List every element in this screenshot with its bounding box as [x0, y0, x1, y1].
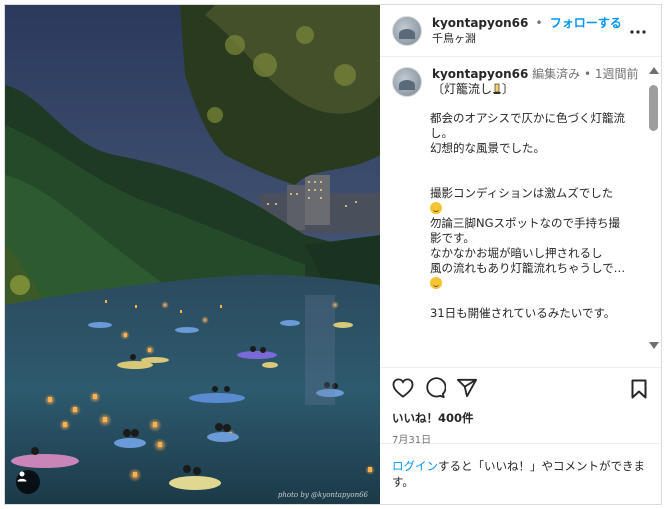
location-link[interactable]: 千鳥ヶ淵 — [432, 31, 622, 46]
caption-scrollbar[interactable] — [647, 61, 659, 361]
caption-text-part3: 31日も開催されているみたいです。 — [430, 306, 616, 320]
like-count[interactable]: いいね！400件 — [392, 410, 649, 426]
scrollbar-thumb[interactable] — [649, 85, 658, 131]
caption-text-part1: 都会のオアシスで仄かに色づく灯籠流し。 幻想的な風景でした。 撮影コンディション… — [430, 111, 626, 200]
sweat-smile-emoji-icon — [430, 202, 442, 214]
login-link[interactable]: ログイン — [392, 459, 438, 473]
caption-separator: • — [584, 67, 592, 81]
post-date[interactable]: 7月31日 — [392, 431, 649, 446]
header-separator: • — [535, 15, 543, 30]
photo-watermark: photo by @kyontapyon66 — [277, 491, 368, 499]
action-bar: いいね！400件 7月31日 — [380, 367, 661, 446]
caption-title: 〔灯籠流し — [432, 82, 493, 96]
post-photo[interactable]: photo by @kyontapyon66 — [5, 5, 380, 504]
follow-button[interactable]: フォローする — [550, 16, 622, 30]
caption-username[interactable]: kyontapyon66 — [432, 67, 528, 81]
caption-avatar[interactable] — [392, 67, 422, 97]
post-header: kyontapyon66 • フォローする 千鳥ヶ淵 — [380, 5, 661, 57]
header-username[interactable]: kyontapyon66 — [432, 16, 528, 30]
instagram-embed: photo by @kyontapyon66 kyontapyon66 • フォ… — [4, 4, 662, 505]
login-prompt: ログインすると「いいね！」やコメントができます。 — [380, 443, 661, 490]
post-sidebar: kyontapyon66 • フォローする 千鳥ヶ淵 kyontapyon66 … — [380, 5, 661, 504]
more-horizontal-icon[interactable] — [629, 23, 647, 37]
heart-icon[interactable] — [392, 378, 414, 402]
tagged-user-icon[interactable] — [16, 470, 40, 494]
edited-label: 編集済み — [532, 67, 581, 81]
lantern-emoji-icon — [493, 83, 502, 94]
caption-text-part2: 勿論三脚NGスポットなので手持ち撮影です。 なかなかお堀が暗いし押されるし 風の… — [430, 216, 626, 275]
lantern-river-photo — [5, 5, 380, 504]
comment-icon[interactable] — [424, 377, 447, 403]
caption-title-end: 〕 — [502, 82, 515, 96]
scroll-down-arrow-icon[interactable] — [649, 342, 659, 349]
caption-comment: kyontapyon66 編集済み • 1週間前 〔灯籠流し〕 — [392, 67, 643, 97]
caption-text: 都会のオアシスで仄かに色づく灯籠流し。 幻想的な風景でした。 撮影コンディション… — [430, 111, 630, 321]
bookmark-icon[interactable] — [631, 379, 647, 403]
laughing-emoji-icon — [430, 277, 442, 289]
scroll-up-arrow-icon[interactable] — [649, 67, 659, 74]
caption-area[interactable]: kyontapyon66 編集済み • 1週間前 〔灯籠流し〕 都会のオアシスで… — [380, 57, 661, 367]
send-icon[interactable] — [456, 378, 478, 402]
avatar[interactable] — [392, 15, 422, 46]
caption-time[interactable]: 1週間前 — [595, 67, 639, 81]
